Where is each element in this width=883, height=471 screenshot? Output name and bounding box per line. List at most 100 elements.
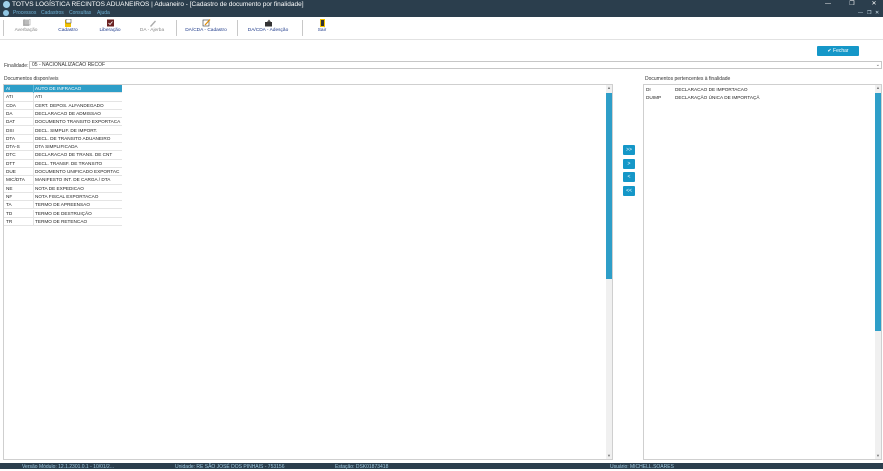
doc-code: MIC/DTA — [6, 177, 25, 183]
chevron-down-icon: ⌄ — [875, 62, 880, 68]
list-item[interactable]: DTA-S DTA SIMPLIFICADA — [4, 143, 122, 152]
list-item[interactable]: DUIMP DECLARAÇÃO ÚNICA DE IMPORTAÇÃ — [644, 94, 764, 103]
doc-code: DTT — [6, 160, 16, 166]
doc-code: CDA — [6, 102, 16, 108]
cadastro-label: Cadastro — [58, 28, 78, 33]
doc-description: DECL. TRANSF. DE TRANSITO — [35, 160, 103, 166]
move-all-right-button[interactable]: >> — [623, 145, 635, 155]
toolbar-separator — [3, 20, 4, 36]
da-cda-cadastro-button[interactable]: DA/CDA - Cadastro — [183, 19, 229, 37]
release-icon — [106, 19, 114, 27]
doc-description: DOCUMENTO TRANSITO EXPORTACA — [35, 119, 121, 125]
finalidade-label: Finalidade: — [4, 63, 29, 69]
move-left-button[interactable]: < — [623, 172, 635, 182]
scroll-down-icon[interactable]: ▼ — [875, 453, 881, 459]
fechar-button[interactable]: ✔ Fechar — [817, 46, 859, 56]
list-item[interactable]: NF NOTA FISCAL EXPORTACAO — [4, 192, 122, 202]
scroll-up-icon[interactable]: ▲ — [875, 85, 881, 91]
window-title: TOTVS LOGÍSTICA RECINTOS ADUANEIROS | Ad… — [12, 1, 304, 8]
child-restore-button[interactable]: ❐ — [867, 9, 871, 17]
close-window-button[interactable]: ✕ — [866, 0, 882, 9]
doc-code: DAT — [6, 119, 16, 125]
doc-code: DA — [6, 110, 13, 116]
doc-description: CERT. DEPOS. ALFANDEGADO — [35, 102, 104, 108]
move-right-button[interactable]: > — [623, 159, 635, 169]
maximize-button[interactable]: ❐ — [844, 0, 860, 9]
column-divider — [33, 217, 34, 227]
menu-processos[interactable]: Processos — [13, 9, 36, 17]
assigned-documents-list[interactable]: ▲ ▼ DI DECLARACAO DE IMPORTACAO DUIMP DECLA… — [643, 84, 882, 460]
available-title: Documentos disponíveis — [4, 76, 59, 82]
doc-code: DSI — [6, 127, 14, 133]
list-item[interactable]: DTA DECL. DE TRANSITO ADUANEIRO — [4, 134, 122, 144]
list-item[interactable]: DSI DECL. SIMPLIF. DE IMPORT. — [4, 126, 122, 135]
list-item[interactable]: TR TERMO DE RETENCAO — [4, 217, 122, 227]
app-logo-icon — [3, 1, 10, 8]
column-divider — [33, 159, 34, 168]
list-item[interactable]: DA DECLARACAO DE ADMISSAO — [4, 109, 122, 119]
column-divider — [33, 109, 34, 119]
doc-code: DTC — [6, 152, 16, 158]
document-folder-icon — [64, 19, 71, 27]
doc-code: DUE — [6, 169, 16, 174]
finalidade-select[interactable]: 05 - NACIONALIZACAO RECOF ⌄ — [29, 61, 882, 69]
list-item[interactable]: DAT DOCUMENTO TRANSITO EXPORTACA — [4, 118, 122, 127]
doc-code: NE — [6, 185, 13, 191]
status-version: Versão Módulo: 12.1.2301.0.1 - 10/01/2..… — [22, 464, 115, 470]
da-ajerba-button[interactable]: DA - Ajerba — [137, 19, 167, 37]
status-station: Estação: DSK01873418 — [335, 464, 389, 470]
move-all-left-button[interactable]: << — [623, 186, 635, 196]
list-item[interactable]: DTC DECLARACAO DE TRANS. DE CNT — [4, 151, 122, 160]
averbacao-label: Averbação — [14, 28, 38, 33]
child-minimize-button[interactable]: — — [858, 9, 863, 17]
menu-logo-icon — [3, 10, 9, 16]
scroll-thumb[interactable] — [606, 93, 612, 279]
sair-button[interactable]: Sair — [312, 19, 332, 37]
column-divider — [33, 143, 34, 152]
list-item[interactable]: DTT DECL. TRANSF. DE TRANSITO — [4, 159, 122, 168]
edit-document-icon — [202, 19, 210, 27]
fechar-label: Fechar — [833, 48, 849, 54]
list-item[interactable]: CDA CERT. DEPOS. ALFANDEGADO — [4, 101, 122, 110]
list-item[interactable]: AI AUTO DE INFRACAO — [4, 85, 122, 94]
title-bar: TOTVS LOGÍSTICA RECINTOS ADUANEIROS | Ad… — [0, 0, 883, 9]
da-cda-adesao-button[interactable]: DA/CDA - Adesção — [244, 19, 292, 37]
list-item[interactable]: ATI ATI — [4, 93, 122, 102]
assigned-title: Documentos pertencentes à finalidade — [645, 76, 731, 82]
doc-description: NOTA DE EXPEDICAO — [35, 185, 84, 191]
scroll-down-icon[interactable]: ▼ — [606, 453, 612, 459]
available-documents-list[interactable]: ▲ ▼ AI AUTO DE INFRACAO ATI ATI CDA CERT. DEP… — [3, 84, 613, 460]
doc-description: DOCUMENTO UNIFICADO EXPORTAC — [35, 169, 120, 174]
da-ajerba-label: DA - Ajerba — [139, 28, 165, 33]
list-item[interactable]: TD TERMO DE DESTRUIÇÃO — [4, 209, 122, 218]
menu-bar: Processos Cadastros Consultas Ajuda — ❐ … — [0, 9, 883, 17]
cadastro-button[interactable]: Cadastro — [55, 19, 81, 37]
doc-description: TERMO DE APREENSAO — [35, 202, 90, 208]
doc-description: DECL. SIMPLIF. DE IMPORT. — [35, 127, 98, 133]
column-divider — [33, 184, 34, 193]
list-item[interactable]: TA TERMO DE APREENSAO — [4, 201, 122, 210]
doc-description: AUTO DE INFRACAO — [35, 86, 82, 91]
doc-description: TERMO DE DESTRUIÇÃO — [35, 210, 92, 216]
menu-consultas[interactable]: Consultas — [69, 9, 91, 17]
list-item[interactable]: NE NOTA DE EXPEDICAO — [4, 184, 122, 193]
document-stack-icon — [22, 19, 30, 26]
doc-description: TERMO DE RETENCAO — [35, 218, 88, 224]
scroll-thumb[interactable] — [875, 93, 881, 331]
minimize-button[interactable]: — — [820, 0, 836, 9]
assigned-scrollbar[interactable]: ▲ ▼ — [875, 85, 881, 459]
doc-code: DTA — [6, 135, 16, 141]
menu-ajuda[interactable]: Ajuda — [97, 9, 110, 17]
available-scrollbar[interactable]: ▲ ▼ — [606, 85, 612, 459]
scroll-up-icon[interactable]: ▲ — [606, 85, 612, 91]
liberacao-button[interactable]: Liberação — [96, 19, 124, 37]
doc-description: DECL. DE TRANSITO ADUANEIRO — [35, 135, 111, 141]
list-item[interactable]: DUE DOCUMENTO UNIFICADO EXPORTAC — [4, 168, 122, 177]
averbacao-button[interactable]: Averbação — [12, 19, 40, 37]
child-close-button[interactable]: ✕ — [875, 9, 879, 17]
column-divider — [33, 209, 34, 218]
list-item[interactable]: MIC/DTA MANIFESTO INT. DE CARGA / DTA — [4, 176, 122, 185]
doc-description: DECLARAÇÃO ÚNICA DE IMPORTAÇÃ — [675, 94, 760, 100]
status-bar: Versão Módulo: 12.1.2301.0.1 - 10/01/2..… — [0, 463, 883, 470]
menu-cadastros[interactable]: Cadastros — [41, 9, 64, 17]
